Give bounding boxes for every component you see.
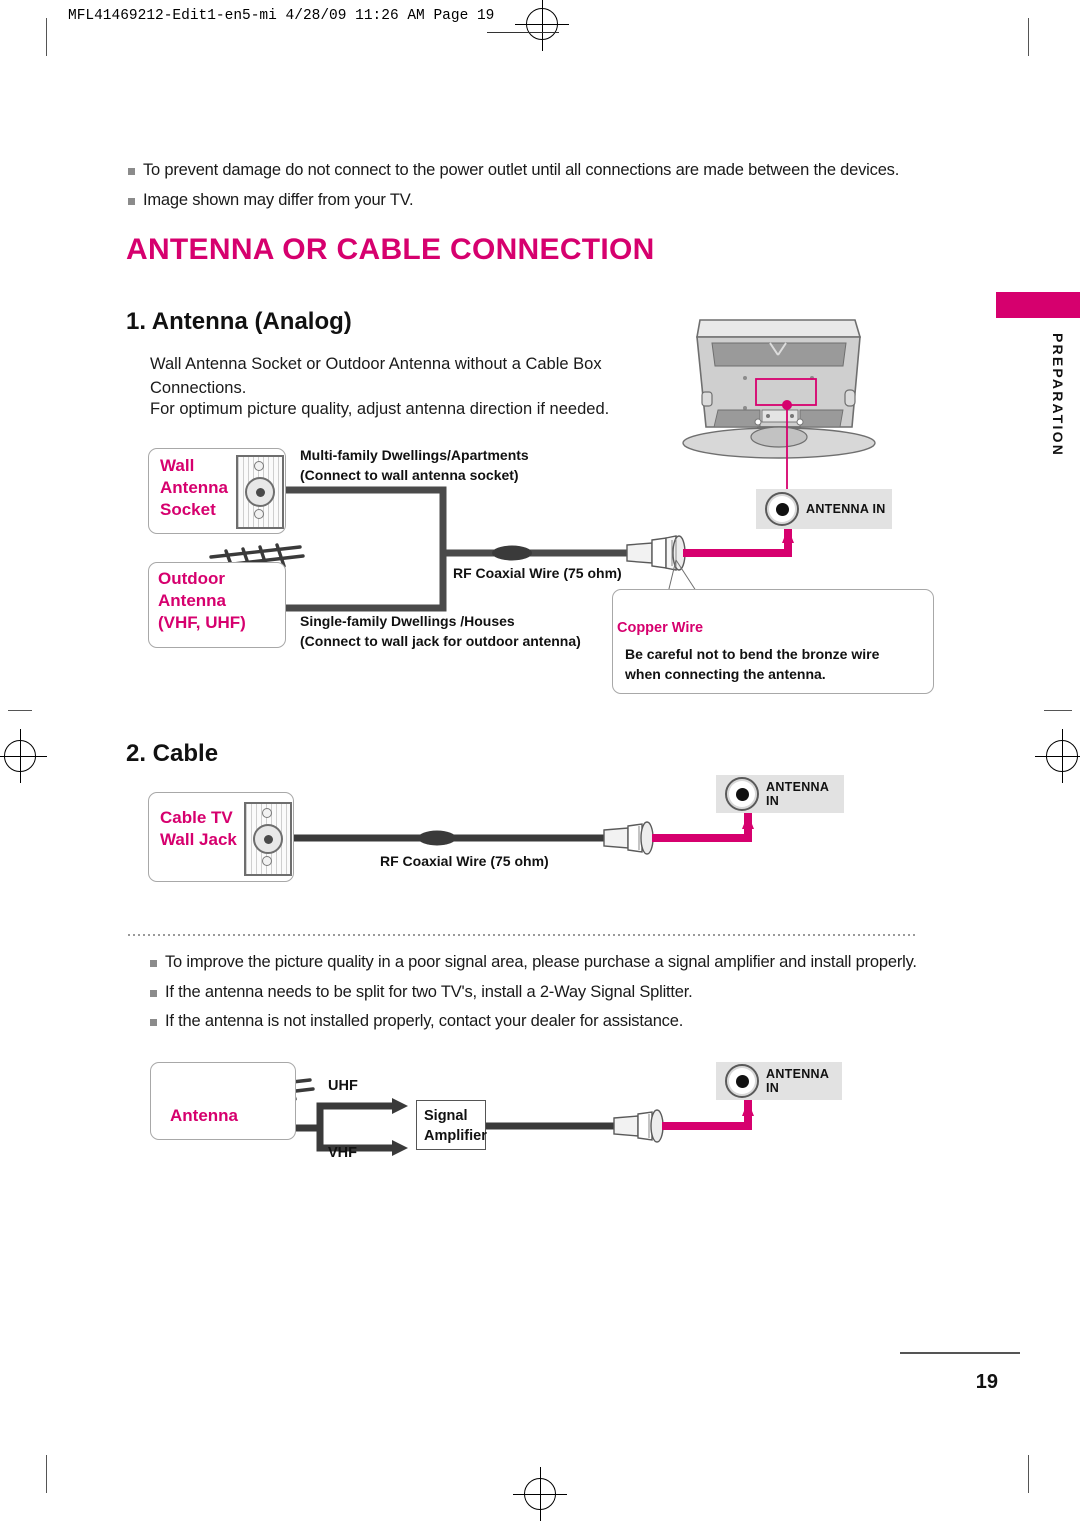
top-notes-list: To prevent damage do not connect to the … <box>128 160 918 219</box>
note-text: Image shown may differ from your TV. <box>143 190 414 209</box>
outdoor-antenna-label: Outdoor Antenna (VHF, UHF) <box>158 568 246 634</box>
bullet-square-icon <box>150 1019 157 1027</box>
uhf-label: UHF <box>328 1078 358 1094</box>
manual-page: MFL41469212-Edit1-en5-mi 4/28/09 11:26 A… <box>0 0 1080 1521</box>
bronze-wire-warning-text: Be careful not to bend the bronze wire w… <box>625 645 879 685</box>
antenna-in-plate-2: ANTENNA IN <box>716 775 844 813</box>
bullet-square-icon <box>128 168 135 175</box>
antenna-in-jack-icon <box>765 492 799 526</box>
amplifier-line: Amplifier <box>424 1127 487 1144</box>
socket-screw-top <box>254 461 264 471</box>
crop-mark-bottom-left-vertical <box>46 1455 47 1493</box>
section-2-title: 2. Cable <box>126 740 219 767</box>
registration-mark-top <box>515 0 569 51</box>
note-text: To improve the picture quality in a poor… <box>165 953 917 971</box>
note-text: If the antenna is not installed properly… <box>165 1012 684 1031</box>
list-item: To improve the picture quality in a poor… <box>150 952 920 973</box>
list-item: To prevent damage do not connect to the … <box>128 160 918 181</box>
signal-amplifier-box: Signal Amplifier <box>416 1100 487 1150</box>
label-line: Wall Jack <box>160 830 237 850</box>
section-divider <box>128 934 918 936</box>
section-1-paragraph-2: For optimum picture quality, adjust ante… <box>150 400 610 418</box>
single-family-caption: Single-family Dwellings /Houses (Connect… <box>300 612 581 652</box>
label-line: Antenna <box>160 478 228 498</box>
section-1-coax-label: RF Coaxial Wire (75 ohm) <box>453 565 622 581</box>
section-1-paragraph-1: Wall Antenna Socket or Outdoor Antenna w… <box>150 355 602 397</box>
caption-line: (Connect to wall antenna socket) <box>300 466 519 483</box>
antenna-amplifier-box <box>150 1062 296 1140</box>
socket-connector <box>245 477 275 507</box>
registration-mark-bottom <box>513 1467 567 1521</box>
antenna-in-jack-icon <box>725 777 759 811</box>
preparation-tab-label: PREPARATION <box>1050 333 1066 458</box>
label-line: Wall <box>160 456 195 475</box>
bottom-notes-list: To improve the picture quality in a poor… <box>150 952 920 1041</box>
section-2-coax-label: RF Coaxial Wire (75 ohm) <box>380 853 549 869</box>
antenna-label: Antenna <box>170 1106 238 1125</box>
cable-tv-wall-jack-label: Cable TV Wall Jack <box>160 807 237 851</box>
multi-family-caption: Multi-family Dwellings/Apartments (Conne… <box>300 446 529 486</box>
label-line: Socket <box>160 500 216 520</box>
crop-mark-right-upper-horizontal <box>1044 710 1072 711</box>
label-line: Outdoor <box>158 569 226 588</box>
caption-line: Multi-family Dwellings/Apartments <box>300 447 529 463</box>
footer-divider <box>900 1352 1020 1354</box>
antenna-in-label: ANTENNA IN <box>766 1067 829 1095</box>
socket-screw-bottom <box>262 856 272 866</box>
bullet-square-icon <box>128 197 135 205</box>
print-slug: MFL41469212-Edit1-en5-mi 4/28/09 11:26 A… <box>68 8 495 24</box>
wall-antenna-socket-label: Wall Antenna Socket <box>160 455 228 521</box>
note-text: If the antenna needs to be split for two… <box>165 982 693 1001</box>
page-number: 19 <box>975 1371 998 1393</box>
antenna-in-plate-3: ANTENNA IN <box>716 1062 842 1100</box>
bullet-square-icon <box>150 989 157 997</box>
list-item: Image shown may differ from your TV. <box>128 190 918 211</box>
crop-mark-bottom-right-vertical <box>1028 1455 1029 1493</box>
antenna-in-label: ANTENNA IN <box>766 780 829 808</box>
section-1-title: 1. Antenna (Analog) <box>126 308 352 335</box>
socket-screw-bottom <box>254 509 264 519</box>
label-line: Antenna <box>158 591 226 611</box>
wall-socket-graphic <box>236 455 284 529</box>
crop-mark-top-left-vertical <box>46 18 47 56</box>
label-line: (VHF, UHF) <box>158 613 246 633</box>
antenna-in-jack-icon <box>725 1064 759 1098</box>
slug-underline <box>487 32 559 33</box>
registration-mark-right <box>1035 729 1080 783</box>
preparation-tab-accent-bar <box>996 292 1080 318</box>
list-item: If the antenna needs to be split for two… <box>150 982 920 1003</box>
caption-line: (Connect to wall jack for outdoor antenn… <box>300 632 581 649</box>
socket-screw-top <box>262 808 272 818</box>
amplifier-line: Signal <box>424 1108 468 1124</box>
bullet-square-icon <box>150 960 157 967</box>
crop-mark-top-right-vertical <box>1028 18 1029 56</box>
page-title: ANTENNA OR CABLE CONNECTION <box>126 233 655 266</box>
vhf-label: VHF <box>328 1145 357 1161</box>
copper-wire-label: Copper Wire <box>617 620 704 636</box>
antenna-in-plate-1: ANTENNA IN <box>756 489 892 529</box>
socket-connector <box>253 824 283 854</box>
caption-line: Single-family Dwellings /Houses <box>300 613 515 629</box>
label-line: Cable TV <box>160 808 233 827</box>
list-item: If the antenna is not installed properly… <box>150 1011 920 1032</box>
registration-mark-left <box>0 729 47 783</box>
cable-tv-wall-jack-graphic <box>244 802 292 876</box>
warning-line: when connecting the antenna. <box>625 665 826 682</box>
warning-line: Be careful not to bend the bronze wire <box>625 646 880 662</box>
note-text: To prevent damage do not connect to the … <box>143 161 900 179</box>
crop-mark-left-upper-horizontal <box>8 710 32 711</box>
antenna-in-label: ANTENNA IN <box>806 502 886 516</box>
